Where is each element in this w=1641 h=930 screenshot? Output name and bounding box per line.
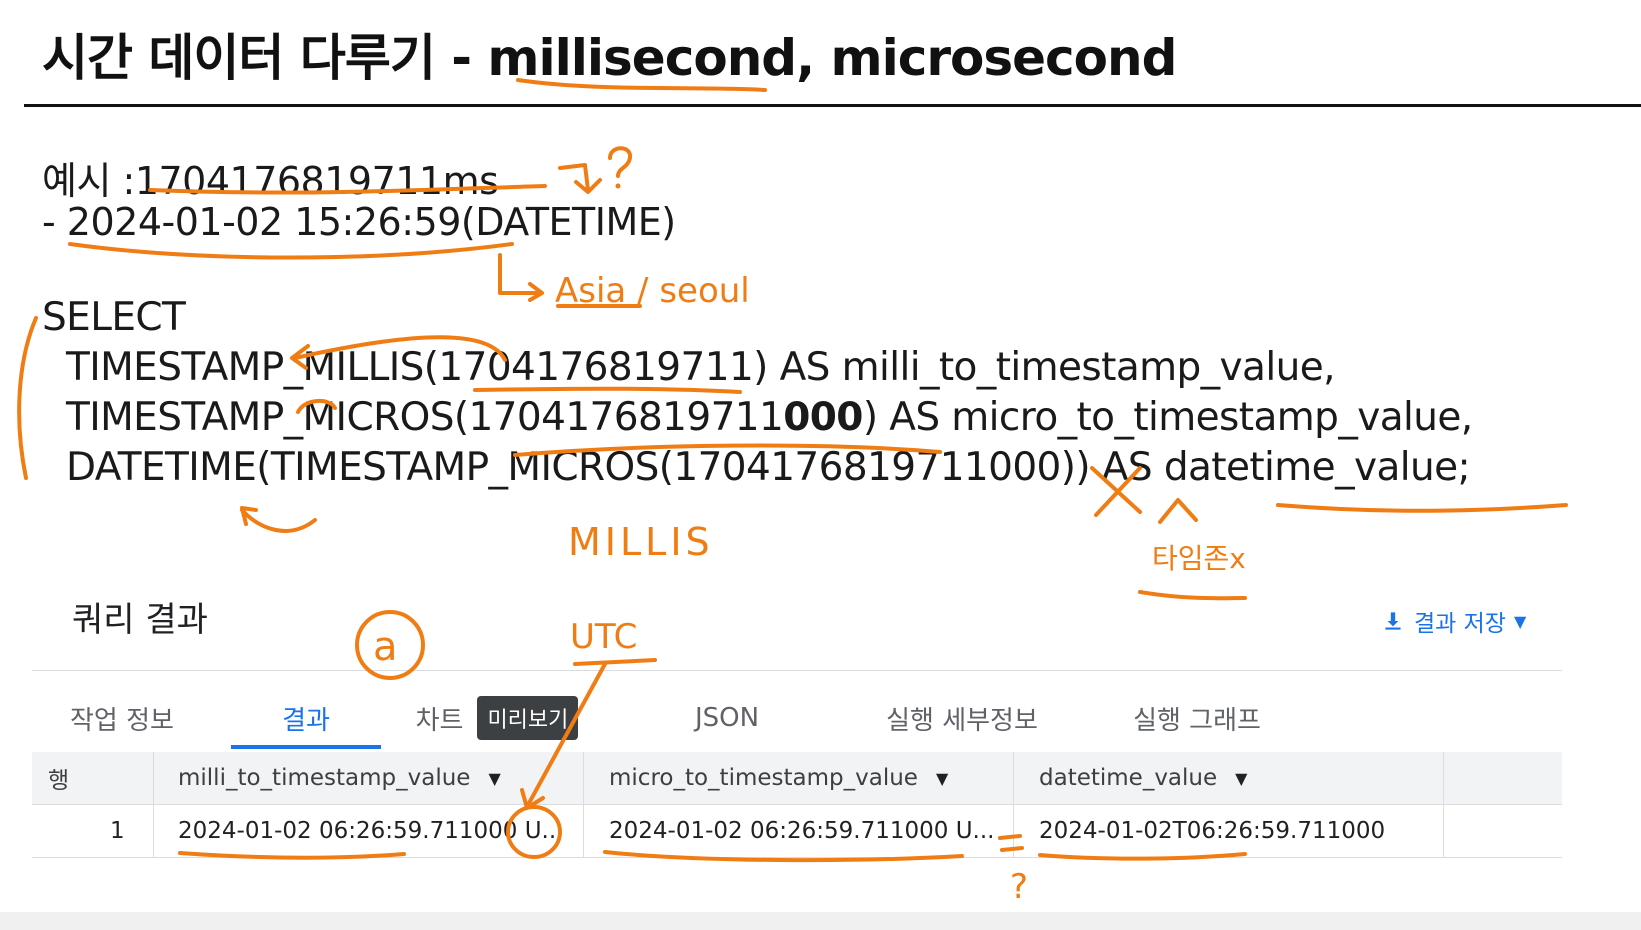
column-header-micro[interactable]: micro_to_timestamp_value ▼	[609, 752, 948, 804]
annotation-underline-datetime-value	[1276, 503, 1568, 513]
sort-dropdown-icon[interactable]: ▼	[936, 769, 948, 788]
active-tab-indicator	[231, 745, 381, 749]
save-results-button[interactable]: 결과 저장 ▼	[1380, 604, 1526, 638]
column-divider	[583, 752, 584, 858]
annotation-circle-a	[355, 610, 425, 680]
column-header-datetime-label: datetime_value	[1039, 765, 1218, 791]
annotation-arrow-datetime	[240, 506, 317, 533]
code-line-micros: TIMESTAMP_MICROS(1704176819711000) AS mi…	[66, 395, 1473, 440]
annotation-caret	[1158, 498, 1198, 524]
column-divider	[1013, 752, 1014, 858]
query-results-title: 쿼리 결과	[72, 600, 208, 640]
column-divider	[1443, 752, 1444, 858]
annotation-arrow-down	[558, 163, 602, 194]
code-micros-c: ) AS micro_to_timestamp_value,	[862, 395, 1473, 440]
column-header-milli[interactable]: milli_to_timestamp_value ▼	[178, 752, 501, 804]
results-tabs: 작업 정보 결과 차트 미리보기 JSON 실행 세부정보 실행 그래프	[32, 690, 1562, 750]
grid-bottom-border	[32, 857, 1562, 858]
annotation-question-mark	[608, 146, 633, 178]
tab-chart[interactable]: 차트 미리보기	[412, 690, 582, 746]
tab-execution-details[interactable]: 실행 세부정보	[872, 690, 1052, 746]
datetime-line: - 2024-01-02 15:26:59(DATETIME)	[42, 200, 676, 244]
tab-chart-label: 차트	[415, 705, 464, 736]
example-line: 예시 :1704176819711ms	[42, 150, 499, 205]
column-header-milli-label: milli_to_timestamp_value	[178, 765, 471, 791]
save-results-label: 결과 저장	[1414, 611, 1506, 637]
download-icon	[1385, 612, 1401, 630]
column-header-row: 행	[48, 768, 70, 794]
annotation-question: ?	[1010, 867, 1028, 907]
code-micros-zeros: 000	[783, 395, 863, 440]
title-divider	[24, 104, 1641, 107]
annotation-underline-timezone-x	[1138, 590, 1247, 601]
preview-badge: 미리보기	[477, 696, 579, 740]
annotation-underline-utc	[573, 658, 657, 666]
sort-dropdown-icon[interactable]: ▼	[488, 769, 500, 788]
annotation-utc: UTC	[570, 617, 637, 657]
column-header-datetime[interactable]: datetime_value ▼	[1039, 752, 1247, 804]
table-cell-micro[interactable]: 2024-01-02 06:26:59.711000 U...	[609, 805, 1004, 857]
tab-json[interactable]: JSON	[682, 690, 772, 746]
table-cell-milli[interactable]: 2024-01-02 06:26:59.711000 U...	[178, 805, 573, 857]
chevron-down-icon: ▼	[1513, 611, 1527, 631]
tab-job-info[interactable]: 작업 정보	[62, 690, 182, 746]
annotation-underline-datetime	[68, 242, 514, 260]
example-value: 1704176819711ms	[134, 159, 499, 203]
column-header-micro-label: micro_to_timestamp_value	[609, 765, 918, 791]
annotation-question-dot	[615, 183, 621, 189]
annotation-millis-label: MILLIS	[568, 520, 714, 564]
table-cell-datetime[interactable]: 2024-01-02T06:26:59.711000	[1039, 805, 1434, 857]
annotation-bracket	[17, 316, 38, 480]
annotation-arrow-timezone	[498, 253, 544, 302]
tab-execution-graph[interactable]: 실행 그래프	[1117, 690, 1277, 746]
example-label: 예시 :	[42, 159, 135, 203]
bottom-bar	[0, 912, 1641, 930]
tab-results[interactable]: 결과	[231, 690, 381, 746]
column-divider	[153, 752, 154, 858]
code-line-datetime: DATETIME(TIMESTAMP_MICROS(17041768197110…	[66, 445, 1471, 490]
table-row-number: 1	[110, 818, 125, 844]
annotation-timezone: Asia / seoul	[555, 271, 750, 311]
annotation-timezone-x: 타임존x	[1152, 542, 1246, 575]
page-title: 시간 데이터 다루기 - millisecond, microsecond	[42, 29, 1177, 87]
code-line-millis: TIMESTAMP_MILLIS(1704176819711) AS milli…	[66, 345, 1335, 390]
sort-dropdown-icon[interactable]: ▼	[1235, 769, 1247, 788]
panel-divider	[32, 670, 1562, 671]
annotation-circle-a-text: a	[373, 624, 398, 670]
code-micros-a: TIMESTAMP_MICROS(1704176819711	[66, 395, 784, 440]
code-line-select: SELECT	[42, 295, 186, 340]
